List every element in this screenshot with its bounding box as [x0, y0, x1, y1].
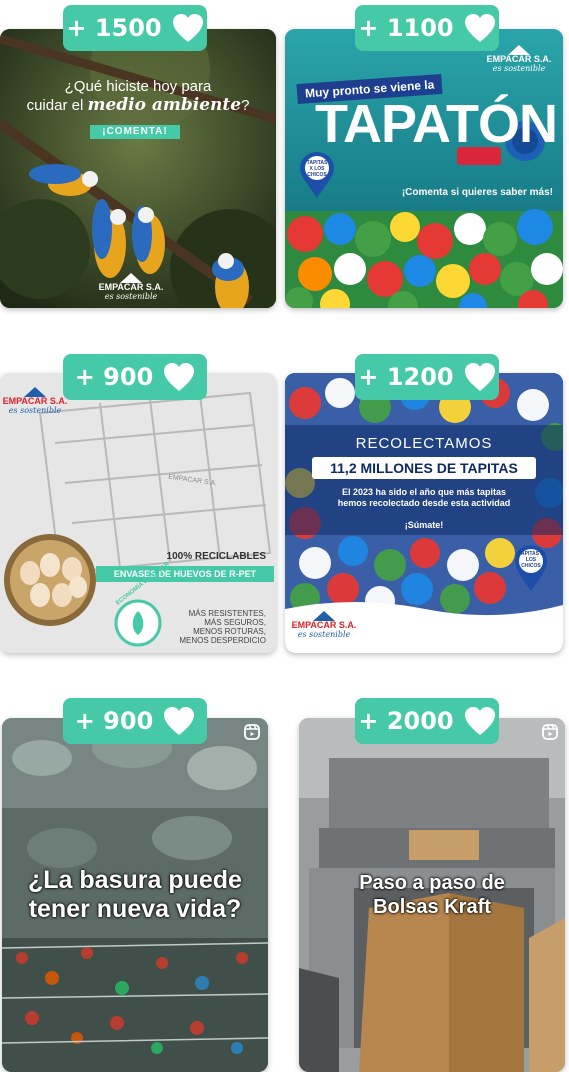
post-1-cta: ¡COMENTA!: [90, 125, 180, 139]
likes-badge-5: + 900: [63, 698, 207, 744]
post-card-4[interactable]: RECOLECTAMOS 11,2 MILLONES DE TAPITAS El…: [285, 373, 563, 653]
heart-icon: [164, 707, 195, 735]
post-1-headline-line1: ¿Qué hiciste hoy para: [64, 78, 212, 95]
likes-badge-1: + 1500: [63, 5, 207, 51]
post-1-headline: ¿Qué hiciste hoy para cuidar el medio am…: [0, 77, 276, 115]
post-2-location-pin: TAPITAS X LOS CHICOS: [299, 151, 335, 198]
post-3-brand-logo: EMPACAR S.A. es sostenible: [2, 387, 68, 415]
post-4-title-big: 11,2 MILLONES DE TAPITAS: [312, 457, 536, 479]
likes-count: + 1100: [358, 14, 454, 42]
heart-icon: [172, 14, 203, 42]
likes-count: + 2000: [358, 707, 454, 735]
heart-icon: [464, 14, 495, 42]
reels-icon: [542, 724, 558, 740]
heart-icon: [464, 707, 495, 735]
post-4-pin-label: TAPITAS X LOS CHICOS: [518, 551, 544, 569]
post-1-brand-logo: EMPACAR S.A. es sostenible: [96, 273, 166, 301]
post-card-3[interactable]: EMPACAR S.A. EMPACAR S.A. es sostenible …: [0, 373, 276, 653]
post-card-5[interactable]: ¿La basura puede tener nueva vida?: [2, 718, 268, 1072]
likes-count: + 1200: [358, 363, 454, 391]
post-2-cta: ¡Comenta si quieres saber más!: [401, 187, 553, 198]
likes-badge-4: + 1200: [355, 354, 499, 400]
likes-count: + 1500: [66, 14, 162, 42]
likes-count: + 900: [74, 707, 154, 735]
likes-count: + 900: [74, 363, 154, 391]
post-2-title: TAPATÓN: [315, 94, 558, 154]
post-4-body: El 2023 ha sido el año que más tapitas h…: [337, 487, 511, 508]
likes-badge-3: + 900: [63, 354, 207, 400]
likes-badge-2: + 1100: [355, 5, 499, 51]
post-6-headline: Paso a paso de Bolsas Kraft: [359, 872, 505, 918]
post-4-title-small: RECOLECTAMOS: [355, 435, 493, 452]
heart-icon: [164, 363, 195, 391]
post-card-6[interactable]: Paso a paso de Bolsas Kraft: [299, 718, 565, 1072]
reels-icon: [244, 724, 260, 740]
post-card-1[interactable]: ¿Qué hiciste hoy para cuidar el medio am…: [0, 29, 276, 308]
post-3-line2: ENVASES DE HUEVOS DE R-PET: [96, 566, 274, 582]
heart-icon: [464, 363, 495, 391]
post-4-brand-logo: EMPACAR S.A. es sostenible: [291, 611, 357, 639]
post-1-headline-script: medio ambiente: [87, 95, 242, 115]
post-1-image: [0, 29, 276, 308]
post-5-headline: ¿La basura puede tener nueva vida?: [28, 866, 242, 923]
post-3-line1: 100% RECICLABLES: [166, 551, 266, 562]
likes-badge-6: + 2000: [355, 698, 499, 744]
post-card-2[interactable]: Muy pronto se viene la TAPATÓN ¡Comenta …: [285, 29, 563, 308]
post-4-cta: ¡Súmate!: [404, 520, 444, 530]
post-3-benefits: MÁS RESISTENTES, MÁS SEGUROS, MENOS ROTU…: [179, 609, 266, 645]
